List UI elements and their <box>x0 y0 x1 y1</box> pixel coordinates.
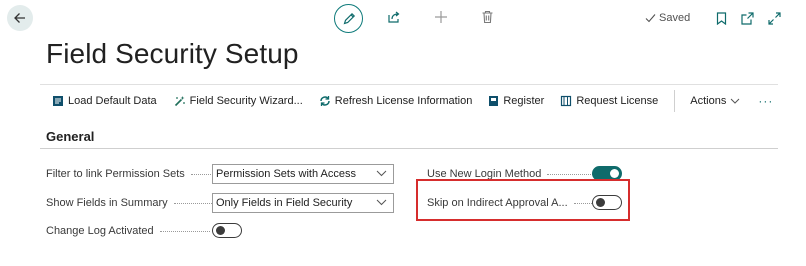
chevron-down-icon <box>376 199 387 206</box>
request-license-icon <box>560 95 572 107</box>
edit-button[interactable] <box>334 4 363 33</box>
share-icon[interactable] <box>387 10 401 24</box>
action-separator <box>674 90 676 112</box>
change-log-activated-label: Change Log Activated <box>46 225 210 237</box>
register-icon <box>488 95 499 107</box>
edit-pencil-icon <box>342 12 356 26</box>
divider <box>40 84 778 85</box>
more-options-button[interactable]: ··· <box>758 94 773 108</box>
show-fields-summary-label: Show Fields in Summary <box>46 197 214 209</box>
page-title: Field Security Setup <box>46 38 299 69</box>
request-license-button[interactable]: Request License <box>560 95 658 107</box>
load-data-icon <box>52 95 64 107</box>
actions-menu-button[interactable]: Actions <box>690 95 740 107</box>
filter-permission-sets-select[interactable]: Permission Sets with Access <box>212 164 394 184</box>
chevron-down-icon <box>730 98 740 104</box>
toggle-knob <box>216 226 225 235</box>
chevron-down-icon <box>376 170 387 177</box>
checkmark-icon <box>645 13 656 23</box>
section-title-general: General <box>46 129 95 144</box>
action-bar: Load Default Data Field Security Wizard.… <box>52 90 773 112</box>
section-divider <box>40 148 778 149</box>
label-dots <box>159 230 210 232</box>
wizard-icon <box>174 95 186 107</box>
label-dots <box>547 173 598 175</box>
refresh-license-button[interactable]: Refresh License Information <box>319 95 472 107</box>
saved-label: Saved <box>659 12 691 24</box>
bookmark-icon[interactable] <box>716 12 727 25</box>
saved-status: Saved <box>645 12 690 24</box>
load-default-data-button[interactable]: Load Default Data <box>52 95 157 107</box>
highlight-annotation-box <box>416 179 630 221</box>
change-log-activated-toggle[interactable] <box>212 223 242 238</box>
field-security-wizard-button[interactable]: Field Security Wizard... <box>174 95 303 107</box>
label-dots <box>173 202 214 204</box>
refresh-icon <box>319 95 331 107</box>
register-button[interactable]: Register <box>488 95 544 107</box>
back-button[interactable] <box>7 5 33 31</box>
add-icon[interactable] <box>434 10 448 24</box>
toggle-knob <box>610 169 619 178</box>
delete-icon[interactable] <box>481 10 494 24</box>
back-arrow-icon <box>13 11 27 25</box>
show-fields-summary-select[interactable]: Only Fields in Field Security <box>212 193 394 213</box>
open-new-window-icon[interactable] <box>741 12 754 25</box>
expand-icon[interactable] <box>768 12 781 25</box>
filter-permission-sets-label: Filter to link Permission Sets <box>46 168 217 180</box>
